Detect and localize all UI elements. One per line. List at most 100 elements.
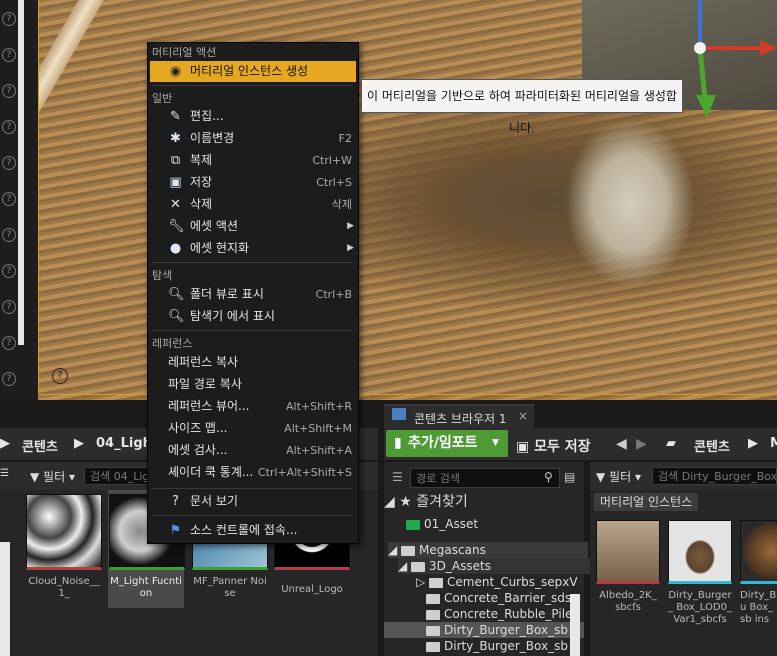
menu-item-copy-reference[interactable]: 레퍼런스 복사 (150, 352, 356, 373)
close-tab-icon[interactable]: × (518, 409, 528, 423)
menu-item-label: 폴더 뷰로 표시 (190, 287, 264, 301)
tab-content-browser-1[interactable]: 콘텐츠 브라우저 1 × (384, 404, 534, 430)
menu-item-label: 저장 (190, 175, 213, 189)
folder-icon (426, 609, 440, 620)
menu-item-reference-viewer[interactable]: 레퍼런스 뷰어... Alt+Shift+R (150, 396, 356, 417)
menu-item-show-in-explorer[interactable]: 🔍︎ 탐색기 에서 표시 (150, 306, 356, 327)
menu-item-view-docs[interactable]: ? 문서 보기 (150, 491, 356, 512)
asset-tile[interactable]: Dirty_Bu Box_sb ins (740, 520, 777, 626)
breadcrumb-next[interactable]: M (770, 436, 777, 451)
menu-item-label: 에셋 현지화 (190, 241, 250, 255)
filter-label: 필터 (609, 470, 632, 484)
reset-icon[interactable]: ? (2, 300, 16, 314)
menu-item-size-map[interactable]: 사이즈 맵... Alt+Shift+M (150, 418, 356, 439)
reset-icon[interactable]: ? (2, 264, 16, 278)
menu-item-create-material-instance[interactable]: ◉ 머티리얼 인스턴스 생성 (150, 61, 356, 82)
asset-tile[interactable]: Cloud_Noise__1_ (26, 494, 102, 600)
folder-icon (429, 577, 444, 588)
asset-tile[interactable]: Dirty_Burger_ Box_LOD0_ Var1_sbcfs (668, 520, 732, 626)
asset-search-input[interactable]: 검색 Dirty_Burger_Box_ (652, 467, 777, 485)
divider (152, 330, 352, 331)
globe-icon: ● (169, 241, 182, 256)
asset-tile[interactable]: Albedo_2K_ sbcfs (596, 520, 660, 614)
menu-item-duplicate[interactable]: ⧉ 복제 Ctrl+W (150, 150, 356, 171)
asset-label: Unreal_Logo (281, 584, 343, 595)
folder-label: Dirty_Burger_Box_sb (444, 639, 568, 653)
tree-item[interactable]: ▷ Cement_Curbs_sepxV (416, 574, 616, 590)
tree-item[interactable]: ◢ 3D_Assets (398, 558, 598, 574)
reset-icon[interactable]: ? (2, 372, 16, 386)
reset-icon[interactable]: ? (2, 336, 16, 350)
nav-forward-icon[interactable]: ▶ (636, 436, 647, 452)
asset-label: Albedo_2K_ sbcfs (599, 590, 657, 613)
menu-item-localize[interactable]: ● 에셋 현지화 ▶ (150, 238, 356, 259)
scrollbar[interactable] (18, 0, 24, 345)
folder-icon (401, 545, 416, 556)
breadcrumb-separator: ▶ (0, 436, 10, 451)
tree-options-icon[interactable]: ☰ (392, 470, 403, 484)
reset-icon[interactable]: ? (2, 84, 16, 98)
folder-icon (411, 561, 426, 572)
breadcrumb-root[interactable]: 콘텐츠 (22, 436, 58, 455)
category-chip[interactable]: 머티리얼 인스턴스 (594, 493, 699, 511)
menu-shortcut: Ctrl+Alt+Shift+S (257, 466, 352, 479)
folder-icon (406, 519, 420, 530)
reset-icon[interactable]: ? (2, 12, 16, 26)
menu-item-edit[interactable]: ✎ 편집... (150, 106, 356, 127)
submenu-arrow-icon: ▶ (347, 221, 354, 231)
folder-label: Concrete_Rubble_Pile (444, 607, 573, 621)
view-options-icon[interactable]: ☰ (0, 468, 9, 479)
edit-icon: ✎ (170, 109, 181, 124)
menu-item-label: 편집... (190, 109, 224, 123)
folder-label: Megascans (419, 543, 486, 557)
menu-item-label: 탐색기 에서 표시 (190, 309, 275, 323)
save-all-button[interactable]: ▣ 모두 저장 (516, 436, 591, 456)
asset-label: Dirty_Burger_ Box_LOD0_ Var1_sbcfs (668, 590, 732, 625)
divider (152, 488, 352, 489)
asset-label: M_Light Fucntion (110, 576, 182, 599)
menu-item-rename[interactable]: ✱ 이름변경 F2 (150, 128, 356, 149)
filter-button[interactable]: ▼ 필터 ▾ (30, 468, 75, 485)
favorite-folder[interactable]: 01_Asset (406, 516, 606, 532)
menu-shortcut: Alt+Shift+A (286, 444, 352, 457)
menu-item-shader-cook-stats[interactable]: 셰이더 쿡 통계... Ctrl+Alt+Shift+S (150, 462, 356, 483)
tree-menu-icon[interactable]: ▤ (564, 470, 575, 484)
tree-item[interactable]: ◢ Megascans (388, 542, 588, 558)
new-file-icon: ▮ (394, 435, 402, 451)
path-search-input[interactable]: 경로 검색 (410, 468, 560, 488)
breadcrumb-root[interactable]: 콘텐츠 (694, 436, 730, 455)
add-import-button[interactable]: ▮ 추가/임포트 ▼ (386, 430, 508, 457)
reset-icon[interactable]: ? (2, 228, 16, 242)
reset-icon[interactable]: ? (2, 192, 16, 206)
divider (152, 515, 352, 516)
tree-item-selected[interactable]: Dirty_Burger_Box_sb (384, 622, 584, 638)
favorites-header[interactable]: ◢ ★ 즐겨찾기 (384, 494, 584, 510)
reset-icon[interactable]: ? (2, 156, 16, 170)
reset-icon[interactable]: ? (2, 120, 16, 134)
chevron-down-icon: ▼ (492, 438, 499, 448)
duplicate-icon: ⧉ (170, 153, 181, 168)
level-viewport[interactable]: ? ? ? ? ? ? ? ? ? ? ? ? (0, 0, 777, 400)
reset-icon[interactable]: ? (2, 48, 16, 62)
folder-label: Concrete_Barrier_sds (444, 591, 572, 605)
scrollbar[interactable] (0, 542, 10, 656)
nav-back-icon[interactable]: ◀ (616, 436, 627, 452)
menu-item-audit-assets[interactable]: 에셋 검사... Alt+Shift+A (150, 440, 356, 461)
menu-item-source-control[interactable]: ⚑ 소스 컨트롤에 접속... (150, 520, 356, 541)
asset-search-input[interactable]: 검색 04_Lig (84, 467, 150, 485)
menu-item-show-in-folder[interactable]: 🔍︎ 폴더 뷰로 표시 Ctrl+B (150, 284, 356, 305)
menu-item-delete[interactable]: ✕ 삭제 삭제 (150, 194, 356, 215)
scrollbar[interactable] (570, 594, 580, 656)
menu-shortcut: Alt+Shift+R (286, 400, 352, 413)
help-icon[interactable]: ? (52, 368, 68, 384)
filter-button[interactable]: ▼ 필터 ▾ (596, 468, 641, 485)
asset-thumbnail (596, 520, 660, 584)
menu-item-copy-file-path[interactable]: 파일 경로 복사 (150, 374, 356, 395)
breadcrumb-folder[interactable]: 04_Ligh (96, 436, 152, 451)
section-header: 일반 (152, 92, 173, 105)
menu-item-save[interactable]: ▣ 저장 Ctrl+S (150, 172, 356, 193)
menu-item-asset-actions[interactable]: 🔧︎ 에셋 액션 ▶ (150, 216, 356, 237)
right-filter-bar: ▼ 필터 ▾ 검색 Dirty_Burger_Box_ (590, 462, 777, 490)
material-instance-icon: ◉ (169, 64, 182, 79)
asset-label: Dirty_Bu Box_sb ins (740, 590, 777, 625)
